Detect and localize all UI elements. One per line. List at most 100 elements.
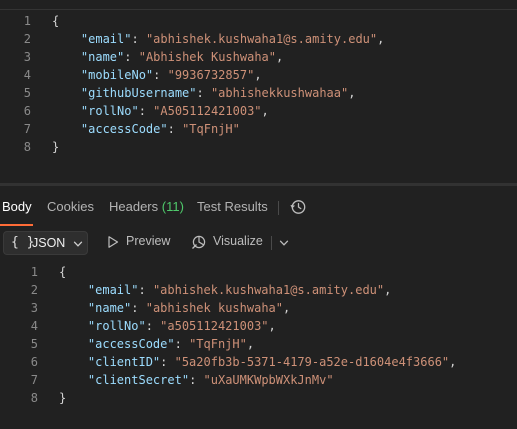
code-text: "name": "Abhishek Kushwaha", (52, 48, 283, 66)
code-text: "name": "abhishek kushwaha", (59, 299, 290, 317)
json-key: "clientSecret" (87, 373, 190, 387)
code-text: "accessCode": "TqFnjH" (52, 120, 240, 138)
json-string: "a505112421003" (160, 319, 269, 333)
json-punctuation: { (59, 265, 67, 279)
response-code-line: 7 "clientSecret": "uXaUMKWpbWXkJnMv" (0, 371, 517, 389)
code-text: "email": "abhishek.kushwaha1@s.amity.edu… (59, 281, 391, 299)
json-punctuation: : (167, 122, 183, 136)
json-punctuation: : (124, 50, 139, 64)
code-text: "email": "abhishek.kushwaha1@s.amity.edu… (52, 30, 384, 48)
visualize-button[interactable]: Visualize (213, 234, 263, 248)
line-number: 1 (30, 265, 38, 279)
request-code-line: 3 "name": "Abhishek Kushwaha", (0, 48, 517, 66)
json-string: "A505112421003" (153, 104, 262, 118)
top-divider (0, 9, 517, 10)
json-key: "clientID" (87, 355, 161, 369)
json-punctuation: : (138, 104, 154, 118)
json-punctuation: : (131, 32, 146, 46)
json-punctuation: : (174, 337, 190, 351)
play-icon (108, 236, 119, 248)
response-code-line: 2 "email": "abhishek.kushwaha1@s.amity.e… (0, 281, 517, 299)
json-punctuation: , (254, 68, 262, 82)
json-punctuation: , (449, 355, 457, 369)
response-code-line: 6 "clientID": "5a20fb3b-5371-4179-a52e-d… (0, 353, 517, 371)
line-number: 3 (30, 301, 38, 315)
code-text: } (52, 138, 59, 156)
response-code-line: 3 "name": "abhishek kushwaha", (0, 299, 517, 317)
response-format-select[interactable]: { } JSON (3, 231, 88, 255)
code-text: { (59, 263, 66, 281)
request-code-line: 4 "mobileNo": "9936732857", (0, 66, 517, 84)
json-punctuation: } (59, 391, 67, 405)
line-number: 7 (23, 122, 31, 136)
line-number: 3 (23, 50, 31, 64)
json-punctuation: { (52, 14, 60, 28)
tab-separator (278, 201, 279, 215)
json-punctuation: : (145, 319, 161, 333)
tab-cookies[interactable]: Cookies (47, 199, 94, 214)
line-number: 1 (23, 14, 31, 28)
json-punctuation: , (276, 50, 284, 64)
json-key: "email" (87, 283, 139, 297)
line-number: 8 (30, 391, 38, 405)
tab-headers[interactable]: Headers (11) (109, 199, 184, 214)
visualize-icon (192, 235, 206, 249)
request-code-line: 2 "email": "abhishek.kushwaha1@s.amity.e… (0, 30, 517, 48)
request-code-line: 5 "githubUsername": "abhishekkushwahaa", (0, 84, 517, 102)
preview-button[interactable]: Preview (126, 234, 170, 248)
json-key: "name" (80, 50, 125, 64)
json-key: "accessCode" (87, 337, 175, 351)
line-number: 6 (23, 104, 31, 118)
json-punctuation: : (189, 373, 204, 387)
request-code-line: 7 "accessCode": "TqFnjH" (0, 120, 517, 138)
visualize-menu-chevron-icon[interactable] (279, 238, 289, 248)
tab-body[interactable]: Body (2, 199, 32, 214)
json-punctuation: } (52, 140, 60, 154)
json-key: "githubUsername" (80, 86, 197, 100)
line-number: 8 (23, 140, 31, 154)
response-code-line: 8} (0, 389, 517, 407)
json-string: "TqFnjH" (182, 122, 240, 136)
json-punctuation: , (283, 301, 291, 315)
postman-request-response-view: 1 {2 "email": "abhishek.kushwaha1@s.amity… (0, 0, 517, 429)
json-punctuation: : (153, 68, 168, 82)
line-number: 5 (23, 86, 31, 100)
line-number: 7 (30, 373, 38, 387)
response-body-viewer[interactable]: 1 {2 "email": "abhishek.kushwaha1@s.amity… (0, 262, 517, 429)
json-punctuation: , (348, 86, 356, 100)
json-key: "rollNo" (87, 319, 146, 333)
json-string: "5a20fb3b-5371-4179-a52e-d1604e4f3666" (174, 355, 450, 369)
headers-count-badge: (11) (161, 199, 184, 214)
tab-test-results[interactable]: Test Results (197, 199, 268, 214)
json-punctuation: , (377, 32, 385, 46)
code-text: } (59, 389, 66, 407)
json-punctuation: : (160, 355, 175, 369)
json-string: "abhishek.kushwaha1@s.amity.edu" (152, 283, 385, 297)
code-text: "githubUsername": "abhishekkushwahaa", (52, 84, 356, 102)
chevron-down-icon (73, 241, 83, 247)
code-text: "accessCode": "TqFnjH", (59, 335, 254, 353)
json-key: "accessCode" (80, 122, 168, 136)
response-code-line: 5 "accessCode": "TqFnjH", (0, 335, 517, 353)
request-body-editor[interactable]: 1 {2 "email": "abhishek.kushwaha1@s.amity… (0, 0, 517, 182)
json-punctuation: , (246, 337, 255, 351)
history-icon[interactable] (289, 198, 307, 216)
response-toolbar: { } JSON Preview Visualize (0, 228, 517, 258)
request-code-line: 8} (0, 138, 517, 156)
json-string: "abhishek.kushwaha1@s.amity.edu" (145, 32, 378, 46)
code-text: "rollNo": "A505112421003", (52, 102, 269, 120)
code-text: "mobileNo": "9936732857", (52, 66, 262, 84)
code-text: "rollNo": "a505112421003", (59, 317, 276, 335)
response-tabs: Body Cookies Headers (11) Test Results (0, 186, 517, 226)
code-text: { (52, 12, 59, 30)
json-string: "9936732857" (167, 68, 255, 82)
json-punctuation: : (138, 283, 153, 297)
json-key: "mobileNo" (80, 68, 154, 82)
active-tab-indicator (0, 224, 33, 226)
json-string: "uXaUMKWpbWXkJnMv" (203, 373, 334, 387)
json-punctuation: , (384, 283, 392, 297)
json-string: "abhishekkushwahaa" (210, 86, 349, 100)
json-braces-icon: { } (11, 235, 35, 250)
json-punctuation: : (196, 86, 211, 100)
json-punctuation: , (261, 104, 269, 118)
